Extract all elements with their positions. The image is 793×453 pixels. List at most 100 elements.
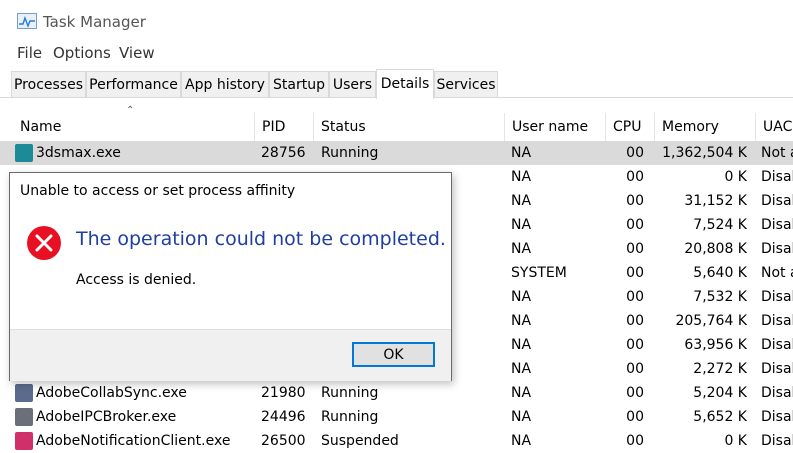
cell-pid: 21980 (261, 385, 306, 401)
cell-cpu: 00 (626, 361, 644, 377)
cell-pid: 24496 (261, 409, 306, 425)
error-dialog: Unable to access or set process affinity… (9, 172, 452, 381)
cell-memory: 31,152 K (684, 193, 747, 209)
cell-cpu: 00 (626, 241, 644, 257)
tab-details[interactable]: Details (376, 69, 434, 99)
tab-users[interactable]: Users (329, 71, 376, 97)
cell-user-name: NA (511, 145, 532, 161)
error-icon (27, 226, 61, 260)
cell-pid: 26500 (261, 433, 306, 449)
cell-memory: 1,362,504 K (662, 145, 747, 161)
cell-user-name: NA (511, 289, 532, 305)
cell-memory: 2,272 K (693, 361, 747, 377)
cell-uac: Disal (761, 241, 793, 257)
cell-memory: 7,532 K (693, 289, 747, 305)
tab-startup[interactable]: Startup (269, 71, 329, 97)
dialog-footer: OK (10, 329, 451, 381)
cell-memory: 63,956 K (684, 337, 747, 353)
cell-cpu: 00 (626, 217, 644, 233)
3dsmax-icon (15, 144, 33, 162)
column-memory[interactable]: Memory (ac... (654, 113, 755, 163)
cell-uac: Disal (761, 337, 793, 353)
cell-cpu: 00 (626, 265, 644, 281)
cell-memory: 7,524 K (693, 217, 747, 233)
table-row[interactable]: AdobeIPCBroker.exe 24496 Running NA 00 5,652 … (0, 405, 793, 429)
table-row[interactable]: 3dsmax.exe 28756 Running NA 00 1,362,504 K Not… (0, 141, 793, 165)
cell-memory: 0 K (724, 169, 747, 185)
cell-uac: Not a (761, 145, 793, 161)
cell-cpu: 00 (626, 409, 644, 425)
dialog-main-instruction: The operation could not be completed. (76, 228, 446, 250)
cell-uac: Disal (761, 313, 793, 329)
cell-user-name: NA (511, 385, 532, 401)
dialog-content: Access is denied. (76, 272, 197, 288)
cell-user-name: NA (511, 337, 532, 353)
cell-memory: 20,808 K (684, 241, 747, 257)
cell-uac: Disal (761, 433, 793, 449)
tab-performance[interactable]: Performance (86, 71, 181, 97)
cell-user-name: SYSTEM (511, 265, 567, 281)
tab-app-history[interactable]: App history (181, 71, 269, 97)
cell-uac: Disal (761, 361, 793, 377)
cell-cpu: 00 (626, 145, 644, 161)
menu-options[interactable]: Options (53, 44, 111, 62)
cell-user-name: NA (511, 217, 532, 233)
cell-user-name: NA (511, 241, 532, 257)
cell-uac: Disal (761, 289, 793, 305)
column-cpu[interactable]: CPU (605, 113, 654, 141)
cell-user-name: NA (511, 193, 532, 209)
column-pid[interactable]: PID (254, 113, 313, 141)
cell-user-name: NA (511, 313, 532, 329)
tab-strip: Processes Performance App history Startu… (0, 69, 793, 99)
menu-file[interactable]: File (17, 44, 42, 62)
cell-cpu: 00 (626, 385, 644, 401)
cell-user-name: NA (511, 433, 532, 449)
cell-uac: Disal (761, 169, 793, 185)
adobe-ipc-icon (15, 408, 33, 426)
cell-name: AdobeCollabSync.exe (36, 385, 187, 401)
adobe-notification-icon (15, 432, 33, 450)
cell-cpu: 00 (626, 169, 644, 185)
column-status[interactable]: Status (313, 113, 504, 141)
window-title: Task Manager (43, 13, 146, 31)
cell-uac: Disal (761, 409, 793, 425)
tab-services[interactable]: Services (434, 71, 498, 97)
title-bar: Task Manager (0, 0, 793, 44)
task-manager-icon (17, 13, 37, 29)
cell-memory: 5,640 K (693, 265, 747, 281)
column-uac[interactable]: UAC (755, 113, 793, 141)
cell-name: AdobeIPCBroker.exe (36, 409, 177, 425)
cell-cpu: 00 (626, 313, 644, 329)
cell-uac: Not a (761, 265, 793, 281)
column-user-name[interactable]: User name (504, 113, 605, 141)
ok-button[interactable]: OK (352, 342, 435, 367)
cell-uac: Disal (761, 193, 793, 209)
table-row[interactable]: AdobeCollabSync.exe 21980 Running NA 00 5,204… (0, 381, 793, 405)
cell-memory: 5,652 K (693, 409, 747, 425)
cell-status: Suspended (321, 433, 399, 449)
cell-cpu: 00 (626, 193, 644, 209)
cell-user-name: NA (511, 409, 532, 425)
cell-cpu: 00 (626, 337, 644, 353)
table-row[interactable]: AdobeNotificationClient.exe 26500 Suspende… (0, 429, 793, 453)
cell-user-name: NA (511, 361, 532, 377)
cell-status: Running (321, 409, 379, 425)
cell-name: AdobeNotificationClient.exe (36, 433, 231, 449)
cell-cpu: 00 (626, 433, 644, 449)
cell-name: 3dsmax.exe (36, 145, 121, 161)
adobe-collab-icon (15, 384, 33, 402)
cell-memory: 205,764 K (675, 313, 747, 329)
cell-cpu: 00 (626, 289, 644, 305)
column-name[interactable]: Name (13, 113, 254, 141)
cell-uac: Disal (761, 217, 793, 233)
table-header: ⌃ Name PID Status User name CPU Memory (… (0, 105, 793, 163)
dialog-title: Unable to access or set process affinity (20, 183, 296, 199)
cell-user-name: NA (511, 169, 532, 185)
cell-status: Running (321, 145, 379, 161)
cell-memory: 0 K (724, 433, 747, 449)
menu-view[interactable]: View (119, 44, 155, 62)
cell-uac: Disal (761, 385, 793, 401)
tab-processes[interactable]: Processes (11, 71, 86, 97)
cell-memory: 5,204 K (693, 385, 747, 401)
cell-pid: 28756 (261, 145, 306, 161)
